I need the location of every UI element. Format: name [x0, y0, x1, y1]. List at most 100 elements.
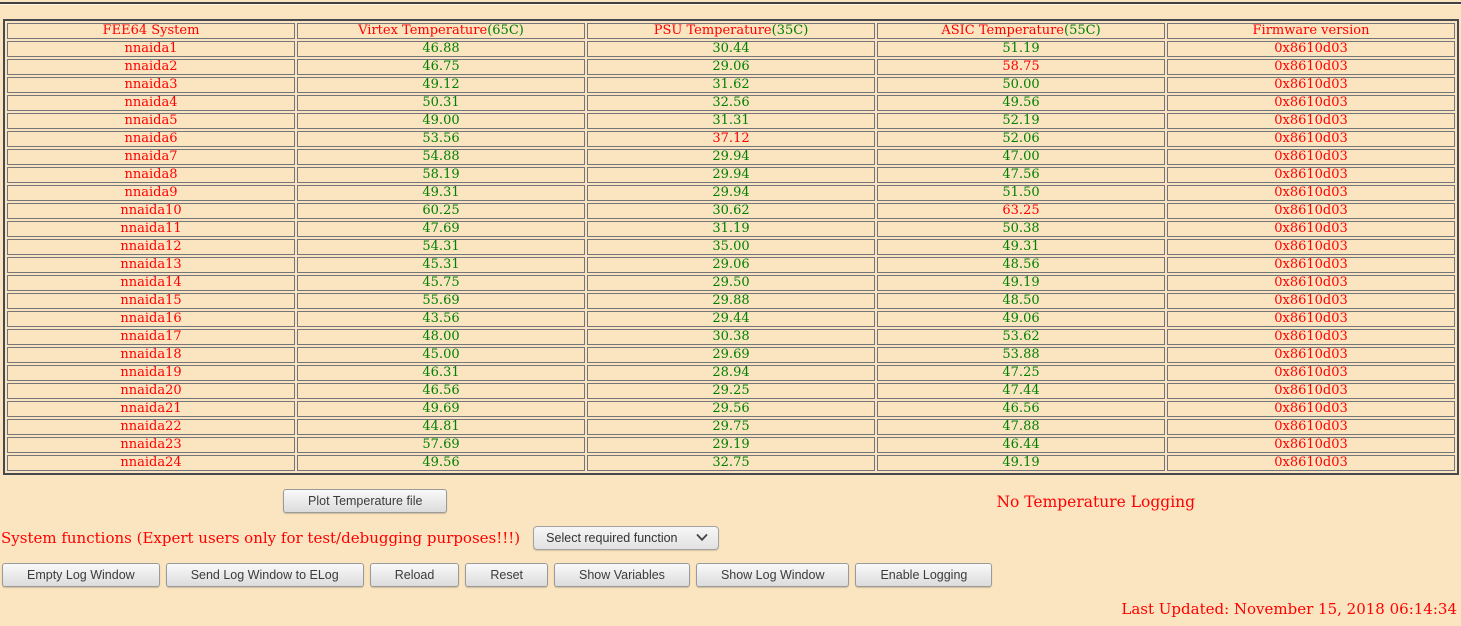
system-cell: nnaida11	[7, 221, 295, 237]
firmware-cell: 0x8610d03	[1167, 59, 1455, 75]
firmware-cell: 0x8610d03	[1167, 401, 1455, 417]
system-cell: nnaida22	[7, 419, 295, 435]
system-cell: nnaida3	[7, 77, 295, 93]
table-row: nnaida1946.3128.9447.250x8610d03	[7, 365, 1455, 381]
asic-cell: 49.19	[877, 455, 1165, 471]
system-cell: nnaida6	[7, 131, 295, 147]
asic-cell: 50.00	[877, 77, 1165, 93]
table-header-row: FEE64 System Virtex Temperature(65C) PSU…	[7, 23, 1455, 39]
system-cell: nnaida1	[7, 41, 295, 57]
firmware-cell: 0x8610d03	[1167, 95, 1455, 111]
psu-cell: 29.69	[587, 347, 875, 363]
asic-cell: 51.50	[877, 185, 1165, 201]
virtex-cell: 46.31	[297, 365, 585, 381]
psu-cell: 28.94	[587, 365, 875, 381]
firmware-cell: 0x8610d03	[1167, 257, 1455, 273]
table-row: nnaida1845.0029.6953.880x8610d03	[7, 347, 1455, 363]
virtex-cell: 46.88	[297, 41, 585, 57]
table-row: nnaida1748.0030.3853.620x8610d03	[7, 329, 1455, 345]
plot-button-container: Plot Temperature file	[0, 489, 731, 513]
table-row: nnaida2357.6929.1946.440x8610d03	[7, 437, 1455, 453]
asic-cell: 58.75	[877, 59, 1165, 75]
empty-log-window-button[interactable]: Empty Log Window	[2, 563, 160, 587]
table-row: nnaida1445.7529.5049.190x8610d03	[7, 275, 1455, 291]
psu-cell: 29.94	[587, 185, 875, 201]
enable-logging-button[interactable]: Enable Logging	[855, 563, 992, 587]
virtex-cell: 45.00	[297, 347, 585, 363]
virtex-cell: 43.56	[297, 311, 585, 327]
table-row: nnaida653.5637.1252.060x8610d03	[7, 131, 1455, 147]
reset-button[interactable]: Reset	[465, 563, 548, 587]
col-header-firmware-version: Firmware version	[1167, 23, 1455, 39]
system-cell: nnaida20	[7, 383, 295, 399]
table-row: nnaida754.8829.9447.000x8610d03	[7, 149, 1455, 165]
asic-cell: 48.50	[877, 293, 1165, 309]
reload-button[interactable]: Reload	[370, 563, 460, 587]
col-header-label: FEE64 System	[103, 23, 200, 38]
virtex-cell: 54.88	[297, 149, 585, 165]
virtex-cell: 49.00	[297, 113, 585, 129]
virtex-cell: 49.12	[297, 77, 585, 93]
function-select[interactable]: Select required function	[533, 526, 719, 550]
asic-cell: 50.38	[877, 221, 1165, 237]
plot-temperature-file-button[interactable]: Plot Temperature file	[283, 489, 447, 513]
top-horizontal-rule	[0, 2, 1461, 5]
virtex-cell: 45.75	[297, 275, 585, 291]
firmware-cell: 0x8610d03	[1167, 113, 1455, 129]
asic-cell: 53.62	[877, 329, 1165, 345]
show-log-window-button[interactable]: Show Log Window	[696, 563, 850, 587]
psu-cell: 35.00	[587, 239, 875, 255]
psu-cell: 29.19	[587, 437, 875, 453]
system-cell: nnaida10	[7, 203, 295, 219]
system-cell: nnaida9	[7, 185, 295, 201]
table-row: nnaida949.3129.9451.500x8610d03	[7, 185, 1455, 201]
asic-cell: 49.06	[877, 311, 1165, 327]
firmware-cell: 0x8610d03	[1167, 383, 1455, 399]
system-cell: nnaida17	[7, 329, 295, 345]
show-variables-button[interactable]: Show Variables	[554, 563, 690, 587]
system-cell: nnaida24	[7, 455, 295, 471]
firmware-cell: 0x8610d03	[1167, 131, 1455, 147]
asic-cell: 46.56	[877, 401, 1165, 417]
virtex-cell: 50.31	[297, 95, 585, 111]
virtex-cell: 54.31	[297, 239, 585, 255]
psu-cell: 29.06	[587, 257, 875, 273]
psu-cell: 29.06	[587, 59, 875, 75]
firmware-cell: 0x8610d03	[1167, 167, 1455, 183]
system-cell: nnaida18	[7, 347, 295, 363]
table-row: nnaida1254.3135.0049.310x8610d03	[7, 239, 1455, 255]
virtex-cell: 45.31	[297, 257, 585, 273]
virtex-cell: 57.69	[297, 437, 585, 453]
virtex-cell: 53.56	[297, 131, 585, 147]
asic-cell: 48.56	[877, 257, 1165, 273]
system-cell: nnaida16	[7, 311, 295, 327]
asic-cell: 47.25	[877, 365, 1165, 381]
table-row: nnaida2046.5629.2547.440x8610d03	[7, 383, 1455, 399]
system-cell: nnaida23	[7, 437, 295, 453]
virtex-cell: 49.69	[297, 401, 585, 417]
psu-cell: 31.62	[587, 77, 875, 93]
asic-cell: 47.56	[877, 167, 1165, 183]
asic-cell: 47.00	[877, 149, 1165, 165]
firmware-cell: 0x8610d03	[1167, 149, 1455, 165]
psu-cell: 29.25	[587, 383, 875, 399]
table-row: nnaida349.1231.6250.000x8610d03	[7, 77, 1455, 93]
firmware-cell: 0x8610d03	[1167, 221, 1455, 237]
send-log-window-to-elog-button[interactable]: Send Log Window to ELog	[166, 563, 364, 587]
col-header-label: ASIC Temperature	[941, 23, 1064, 38]
table-row: nnaida858.1929.9447.560x8610d03	[7, 167, 1455, 183]
log-controls-row: Empty Log Window Send Log Window to ELog…	[0, 563, 1461, 587]
table-row: nnaida146.8830.4451.190x8610d03	[7, 41, 1455, 57]
virtex-cell: 48.00	[297, 329, 585, 345]
col-header-fee64-system: FEE64 System	[7, 23, 295, 39]
logging-status-container: No Temperature Logging	[731, 492, 1461, 511]
asic-cell: 49.19	[877, 275, 1165, 291]
psu-cell: 29.94	[587, 167, 875, 183]
table-row: nnaida246.7529.0658.750x8610d03	[7, 59, 1455, 75]
asic-cell: 53.88	[877, 347, 1165, 363]
fee64-temperature-table: FEE64 System Virtex Temperature(65C) PSU…	[3, 19, 1459, 475]
system-cell: nnaida21	[7, 401, 295, 417]
virtex-cell: 49.31	[297, 185, 585, 201]
table-row: nnaida1147.6931.1950.380x8610d03	[7, 221, 1455, 237]
virtex-cell: 46.75	[297, 59, 585, 75]
